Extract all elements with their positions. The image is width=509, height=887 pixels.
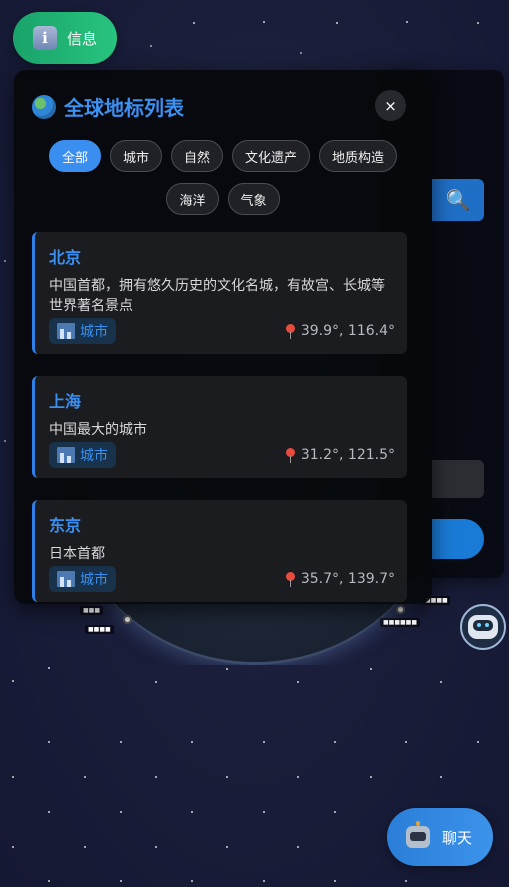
pin-icon [285, 323, 295, 339]
landmark-coordinates: 31.2°, 121.5° [285, 447, 395, 463]
city-icon [57, 323, 75, 339]
landmark-coordinates: 39.9°, 116.4° [285, 323, 395, 339]
landmark-coordinates: 35.7°, 139.7° [285, 571, 395, 587]
landmark-list: 北京 中国首都，拥有悠久历史的文化名城，有故宫、长城等世界著名景点 城市 39.… [32, 232, 407, 604]
globe-marker-label: ■■■ [80, 606, 104, 615]
filter-chip-nature[interactable]: 自然 [170, 140, 223, 172]
filter-chip-cultural-heritage[interactable]: 文化遗产 [232, 140, 311, 172]
filter-chip-all[interactable]: 全部 [48, 140, 101, 172]
category-tag-label: 城市 [80, 572, 108, 588]
pin-icon [285, 447, 295, 463]
filter-chip-city[interactable]: 城市 [109, 140, 162, 172]
coordinates-text: 31.2°, 121.5° [300, 447, 395, 463]
category-filter-bar: 全部 城市 自然 文化遗产 地质构造 海洋 气象 [14, 140, 432, 215]
info-button-label: 信息 [67, 29, 98, 48]
landmark-description: 日本首都 [49, 546, 105, 562]
search-button[interactable]: 🔍 [432, 179, 484, 221]
close-button[interactable]: × [375, 90, 406, 121]
category-tag-label: 城市 [80, 448, 108, 464]
landmark-card[interactable]: 北京 中国首都，拥有悠久历史的文化名城，有故宫、长城等世界著名景点 城市 39.… [32, 232, 407, 354]
globe-marker-label: ■■■■ [85, 625, 114, 634]
chat-button[interactable]: 聊天 [387, 808, 493, 866]
landmark-list-panel: 全球地标列表 × 全部 城市 自然 文化遗产 地质构造 海洋 气象 北京 中国首… [14, 70, 432, 604]
earth-globe-icon [32, 94, 56, 119]
ai-assistant-button[interactable] [460, 604, 506, 650]
landmark-card[interactable]: 东京 日本首都 城市 35.7°, 139.7° [32, 500, 407, 602]
landmark-description: 中国最大的城市 [49, 422, 147, 438]
filter-chip-weather[interactable]: 气象 [227, 183, 280, 215]
chat-button-label: 聊天 [442, 828, 473, 847]
panel-header: 全球地标列表 [32, 92, 184, 121]
landmark-card[interactable]: 上海 中国最大的城市 城市 31.2°, 121.5° [32, 376, 407, 478]
city-icon [57, 447, 75, 463]
category-tag: 城市 [49, 566, 116, 592]
filter-chip-ocean[interactable]: 海洋 [166, 183, 219, 215]
landmark-description: 中国首都，拥有悠久历史的文化名城，有故宫、长城等世界著名景点 [49, 278, 385, 314]
globe-marker[interactable] [396, 605, 405, 614]
landmark-name: 上海 [49, 392, 82, 411]
search-result-field[interactable] [432, 460, 484, 498]
coordinates-text: 35.7°, 139.7° [300, 571, 395, 587]
robot-icon [468, 615, 498, 639]
robot-icon [406, 821, 430, 848]
coordinates-text: 39.9°, 116.4° [300, 323, 395, 339]
city-icon [57, 571, 75, 587]
globe-marker[interactable] [123, 615, 132, 624]
info-icon: i [33, 26, 57, 50]
landmark-name: 东京 [49, 516, 82, 535]
search-icon: 🔍 [445, 188, 471, 212]
panel-title: 全球地标列表 [64, 96, 184, 120]
category-tag-label: 城市 [80, 324, 108, 340]
filter-chip-geology[interactable]: 地质构造 [319, 140, 398, 172]
category-tag: 城市 [49, 442, 116, 468]
globe-marker-label: ■■■■■■ [380, 618, 421, 627]
search-submit-button[interactable] [432, 519, 484, 559]
info-button[interactable]: i 信息 [13, 12, 117, 64]
category-tag: 城市 [49, 318, 116, 344]
pin-icon [285, 571, 295, 587]
landmark-name: 北京 [49, 248, 82, 267]
